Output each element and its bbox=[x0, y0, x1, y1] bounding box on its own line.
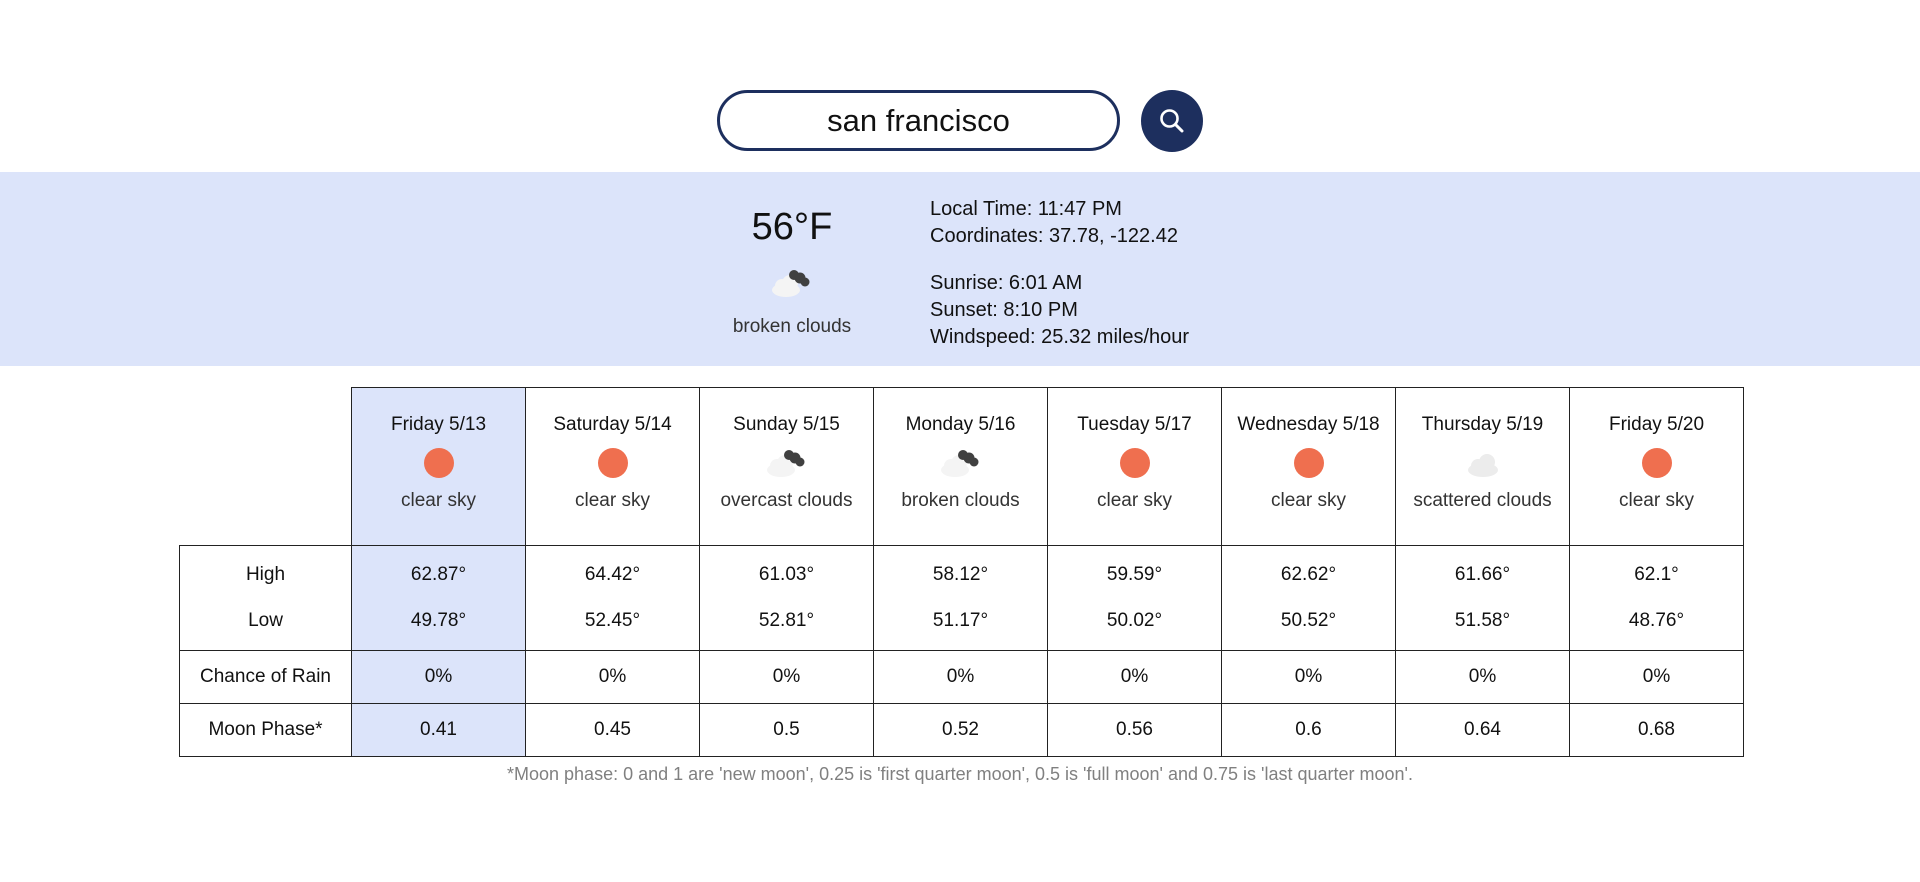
high-low-cell: 62.87° 49.78° bbox=[351, 545, 526, 651]
day-description: clear sky bbox=[1619, 490, 1694, 511]
high-low-label: High Low bbox=[179, 545, 352, 651]
moon-phase-value: 0.52 bbox=[873, 703, 1048, 757]
low-value: 52.45° bbox=[584, 610, 641, 631]
forecast-day: Thursday 5/19 scattered clouds bbox=[1395, 387, 1570, 546]
day-description: overcast clouds bbox=[720, 490, 853, 511]
forecast-day: Wednesday 5/18 clear sky bbox=[1221, 387, 1396, 546]
forecast-day: Friday 5/13 clear sky bbox=[351, 387, 526, 546]
sun-icon bbox=[597, 448, 628, 478]
high-value: 61.66° bbox=[1454, 564, 1511, 585]
search-button[interactable] bbox=[1141, 90, 1203, 152]
high-value: 62.87° bbox=[410, 564, 467, 585]
rain-value: 0% bbox=[1221, 650, 1396, 704]
coordinates: Coordinates: 37.78, -122.42 bbox=[930, 225, 1178, 247]
forecast-day: Saturday 5/14 clear sky bbox=[525, 387, 700, 546]
forecast-header-row: Friday 5/13 clear sky Saturday 5/14 clea… bbox=[180, 387, 1744, 546]
moon-phase-value: 0.5 bbox=[699, 703, 874, 757]
rain-value: 0% bbox=[699, 650, 874, 704]
day-name: Friday 5/20 bbox=[1608, 414, 1705, 435]
high-low-cell: 58.12° 51.17° bbox=[873, 545, 1048, 651]
moon-phase-label: Moon Phase* bbox=[179, 703, 352, 757]
day-name: Saturday 5/14 bbox=[553, 414, 672, 435]
sunrise: Sunrise: 6:01 AM bbox=[930, 272, 1083, 294]
day-name: Wednesday 5/18 bbox=[1237, 414, 1380, 435]
day-description: clear sky bbox=[401, 490, 476, 511]
search-icon bbox=[1160, 109, 1184, 133]
current-details: Local Time: 11:47 PM Coordinates: 37.78,… bbox=[930, 196, 1189, 351]
low-label: Low bbox=[248, 610, 283, 631]
moon-phase-value: 0.41 bbox=[351, 703, 526, 757]
low-value: 49.78° bbox=[410, 610, 467, 631]
rain-value: 0% bbox=[873, 650, 1048, 704]
sun-icon bbox=[1641, 448, 1672, 478]
day-name: Monday 5/16 bbox=[905, 414, 1016, 435]
current-temperature: 56°F bbox=[751, 206, 833, 248]
scattered-clouds-icon bbox=[1467, 454, 1498, 477]
low-value: 52.81° bbox=[758, 610, 815, 631]
sun-icon bbox=[423, 448, 454, 478]
low-value: 48.76° bbox=[1628, 610, 1685, 631]
day-name: Thursday 5/19 bbox=[1421, 414, 1544, 435]
search-bar bbox=[0, 0, 1920, 172]
sunset: Sunset: 8:10 PM bbox=[930, 299, 1078, 321]
windspeed: Windspeed: 25.32 miles/hour bbox=[930, 326, 1190, 348]
local-time: Local Time: 11:47 PM bbox=[930, 198, 1122, 220]
moon-phase-value: 0.6 bbox=[1221, 703, 1396, 757]
current-weather-panel: 56°F broken clouds Local Time: 11:47 PM … bbox=[0, 172, 1920, 366]
forecast-table: Friday 5/13 clear sky Saturday 5/14 clea… bbox=[179, 387, 1744, 757]
high-value: 62.62° bbox=[1280, 564, 1337, 585]
high-value: 59.59° bbox=[1106, 564, 1163, 585]
moon-phase-value: 0.56 bbox=[1047, 703, 1222, 757]
high-low-cell: 59.59° 50.02° bbox=[1047, 545, 1222, 651]
low-value: 51.58° bbox=[1454, 610, 1511, 631]
day-description: scattered clouds bbox=[1413, 490, 1552, 511]
forecast-day: Sunday 5/15 overcast clouds bbox=[699, 387, 874, 546]
day-description: clear sky bbox=[1271, 490, 1346, 511]
low-value: 50.02° bbox=[1106, 610, 1163, 631]
overcast-clouds-icon bbox=[766, 450, 804, 477]
high-low-cell: 61.03° 52.81° bbox=[699, 545, 874, 651]
table-corner bbox=[180, 388, 352, 546]
moon-phase-value: 0.45 bbox=[525, 703, 700, 757]
day-name: Friday 5/13 bbox=[390, 414, 487, 435]
rain-value: 0% bbox=[525, 650, 700, 704]
high-value: 62.1° bbox=[1634, 564, 1679, 585]
high-low-row: High Low 62.87° 49.78° 64.42° 52.45° 61.… bbox=[179, 545, 1744, 651]
broken-clouds-icon bbox=[772, 270, 810, 297]
day-description: clear sky bbox=[1097, 490, 1172, 511]
low-value: 50.52° bbox=[1280, 610, 1337, 631]
day-name: Tuesday 5/17 bbox=[1077, 414, 1192, 435]
broken-clouds-icon bbox=[940, 450, 978, 477]
high-low-cell: 64.42° 52.45° bbox=[525, 545, 700, 651]
high-low-cell: 62.62° 50.52° bbox=[1221, 545, 1396, 651]
high-label: High bbox=[245, 564, 286, 585]
rain-value: 0% bbox=[1047, 650, 1222, 704]
rain-value: 0% bbox=[1569, 650, 1744, 704]
forecast-day: Monday 5/16 broken clouds bbox=[873, 387, 1048, 546]
moon-phase-footnote: *Moon phase: 0 and 1 are 'new moon', 0.2… bbox=[507, 764, 1413, 784]
day-description: clear sky bbox=[575, 490, 650, 511]
high-value: 61.03° bbox=[758, 564, 815, 585]
rain-value: 0% bbox=[1395, 650, 1570, 704]
rain-label: Chance of Rain bbox=[179, 650, 352, 704]
high-value: 64.42° bbox=[584, 564, 641, 585]
rain-row: Chance of Rain 0% 0% 0% 0% 0% 0% 0% 0% bbox=[179, 650, 1744, 704]
rain-value: 0% bbox=[351, 650, 526, 704]
sun-icon bbox=[1293, 448, 1324, 478]
sun-icon bbox=[1119, 448, 1150, 478]
search-input[interactable] bbox=[717, 90, 1120, 151]
high-value: 58.12° bbox=[932, 564, 989, 585]
day-description: broken clouds bbox=[901, 490, 1020, 511]
forecast-day: Tuesday 5/17 clear sky bbox=[1047, 387, 1222, 546]
day-name: Sunday 5/15 bbox=[733, 414, 840, 435]
moon-phase-value: 0.68 bbox=[1569, 703, 1744, 757]
forecast-day: Friday 5/20 clear sky bbox=[1569, 387, 1744, 546]
moon-phase-value: 0.64 bbox=[1395, 703, 1570, 757]
high-low-cell: 62.1° 48.76° bbox=[1569, 545, 1744, 651]
low-value: 51.17° bbox=[932, 610, 989, 631]
moon-phase-row: Moon Phase* 0.41 0.45 0.5 0.52 0.56 0.6 … bbox=[179, 703, 1744, 757]
current-description: broken clouds bbox=[732, 316, 852, 337]
high-low-cell: 61.66° 51.58° bbox=[1395, 545, 1570, 651]
